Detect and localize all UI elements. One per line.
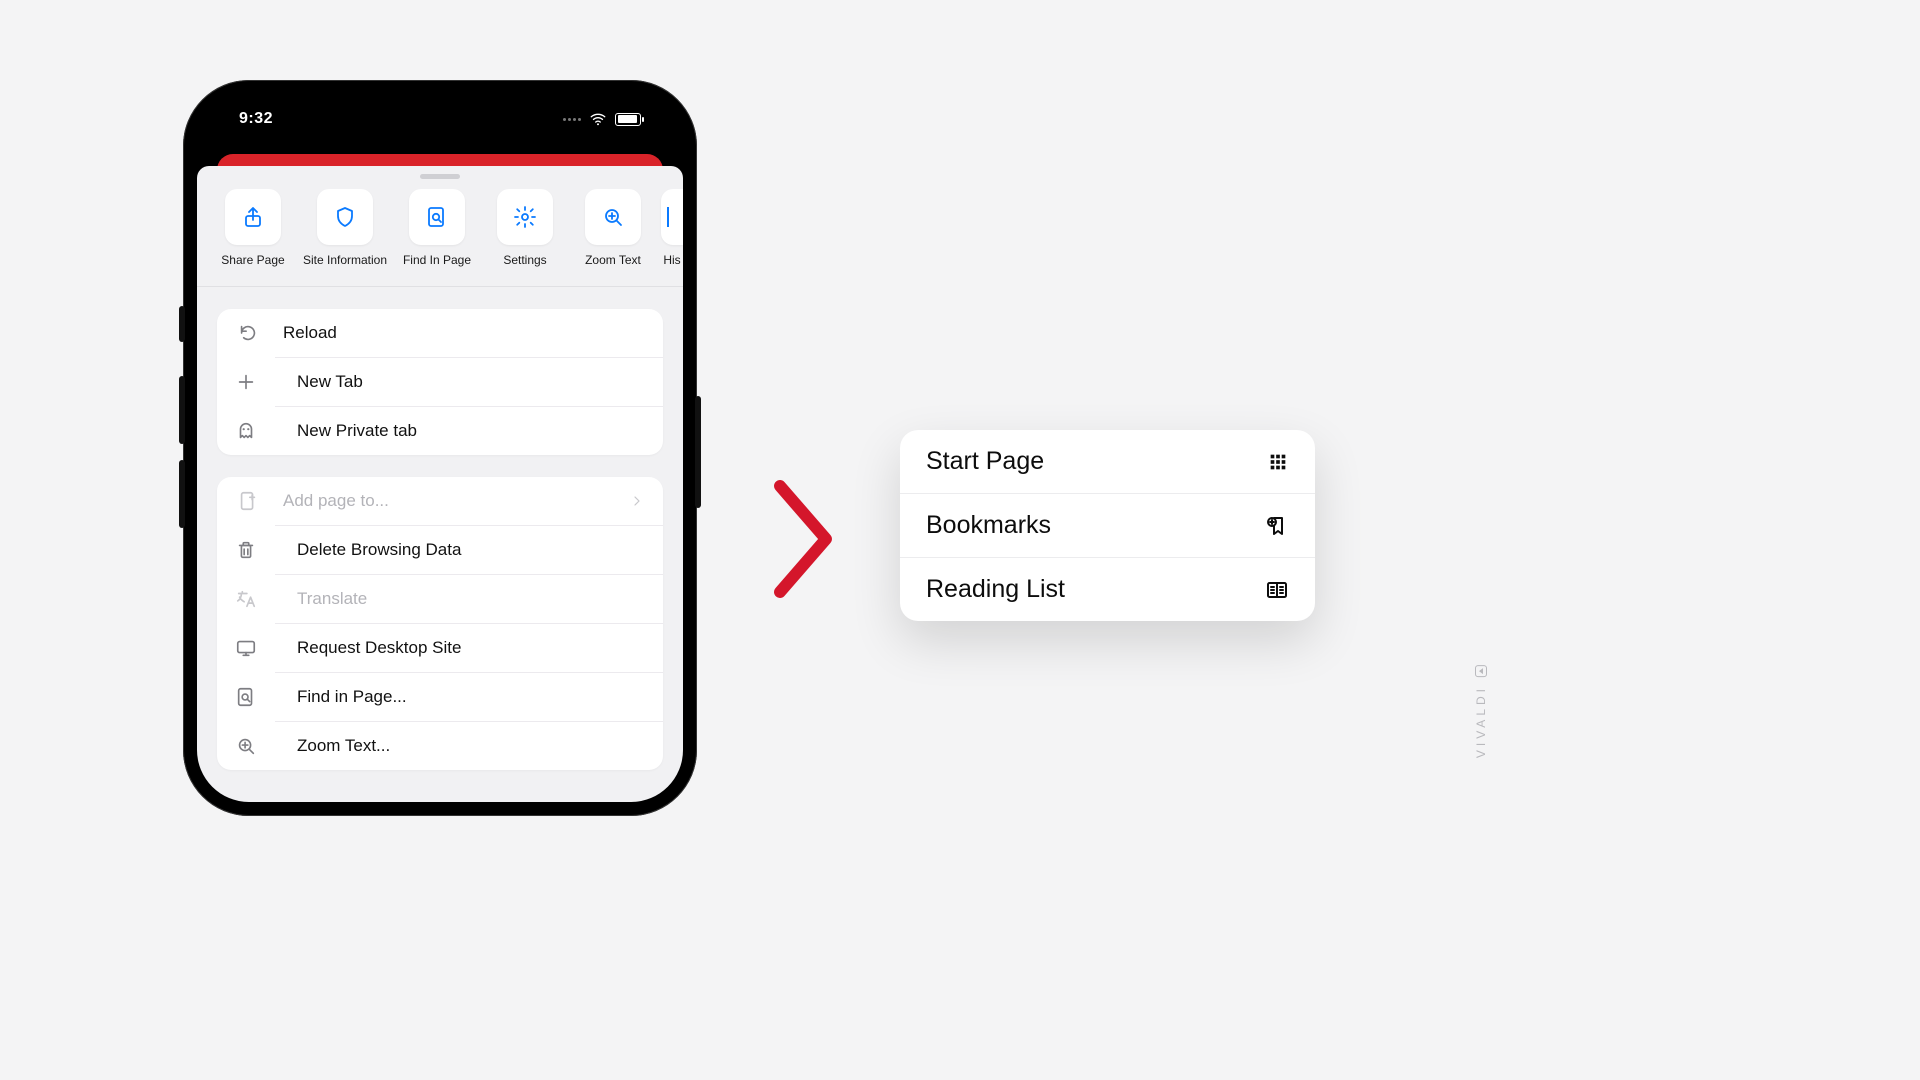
quick-label: Settings <box>503 253 546 268</box>
menu-translate: Translate <box>275 574 663 623</box>
menu-delete-browsing-data[interactable]: Delete Browsing Data <box>275 525 663 574</box>
reload-icon <box>235 322 261 344</box>
quick-label: His <box>663 253 680 268</box>
trash-icon <box>217 539 275 561</box>
popover-label: Reading List <box>926 575 1065 604</box>
zoom-icon <box>601 205 625 229</box>
menu-label: Zoom Text... <box>297 736 390 756</box>
quick-label: Share Page <box>221 253 284 268</box>
quick-history-partial[interactable]: His <box>661 189 683 268</box>
side-button <box>179 306 185 342</box>
menu-label: Reload <box>283 323 337 343</box>
translate-icon <box>217 588 275 610</box>
quick-settings[interactable]: Settings <box>485 189 565 268</box>
menu-group-1: Reload New Tab New Private tab <box>217 309 663 455</box>
chevron-right-icon <box>629 493 645 509</box>
status-bar: 9:32 <box>197 94 683 144</box>
popover-label: Start Page <box>926 447 1044 476</box>
quick-share-page[interactable]: Share Page <box>213 189 293 268</box>
vivaldi-watermark: VIVALDI <box>1474 665 1488 758</box>
status-time: 9:32 <box>239 110 273 128</box>
side-button <box>695 396 701 508</box>
menu-new-tab[interactable]: New Tab <box>275 357 663 406</box>
phone-device: 9:32 Share Page Site Information <box>183 80 697 816</box>
popover-reading-list[interactable]: Reading List <box>900 557 1315 621</box>
menu-label: Delete Browsing Data <box>297 540 461 560</box>
watermark-text: VIVALDI <box>1474 685 1488 758</box>
menu-label: New Tab <box>297 372 363 392</box>
menu-group-2: Add page to... Delete Browsing Data Tran… <box>217 477 663 770</box>
find-icon <box>217 686 275 708</box>
menu-label: Translate <box>297 589 367 609</box>
quick-label: Zoom Text <box>585 253 641 268</box>
side-button <box>179 376 185 444</box>
popover-label: Bookmarks <box>926 511 1051 540</box>
popover-start-page[interactable]: Start Page <box>900 430 1315 493</box>
bookmark-add-icon <box>1265 514 1289 538</box>
menu-request-desktop-site[interactable]: Request Desktop Site <box>275 623 663 672</box>
menu-sheet: Share Page Site Information Find In Page… <box>197 166 683 802</box>
addpage-icon <box>235 490 261 512</box>
cellular-icon <box>563 118 581 121</box>
side-button <box>179 460 185 528</box>
battery-icon <box>615 113 641 126</box>
quick-zoom-text[interactable]: Zoom Text <box>573 189 653 268</box>
menu-label: Add page to... <box>283 491 389 511</box>
add-page-to-popover: Start Page Bookmarks Reading List <box>900 430 1315 621</box>
quick-site-information[interactable]: Site Information <box>301 189 389 268</box>
quick-actions-row: Share Page Site Information Find In Page… <box>197 189 683 286</box>
sheet-grabber[interactable] <box>420 174 460 179</box>
gear-icon <box>513 205 537 229</box>
find-icon <box>425 205 449 229</box>
zoom-icon <box>217 735 275 757</box>
menu-zoom-text[interactable]: Zoom Text... <box>275 721 663 770</box>
plus-icon <box>217 371 275 393</box>
shield-icon <box>333 205 357 229</box>
share-icon <box>241 205 265 229</box>
menu-reload[interactable]: Reload <box>217 309 663 357</box>
menu-add-page-to[interactable]: Add page to... <box>217 477 663 525</box>
ghost-icon <box>217 420 275 442</box>
menu-find-in-page[interactable]: Find in Page... <box>275 672 663 721</box>
readlist-icon <box>1265 578 1289 602</box>
grid-icon <box>1267 451 1289 473</box>
play-box-icon <box>1475 665 1487 677</box>
arrow-icon <box>770 480 834 598</box>
menu-new-private-tab[interactable]: New Private tab <box>275 406 663 455</box>
phone-screen: 9:32 Share Page Site Information <box>197 94 683 802</box>
desktop-icon <box>217 637 275 659</box>
menu-label: New Private tab <box>297 421 417 441</box>
quick-label: Find In Page <box>403 253 471 268</box>
wifi-icon <box>589 110 607 128</box>
menu-label: Request Desktop Site <box>297 638 461 658</box>
menu-label: Find in Page... <box>297 687 407 707</box>
quick-label: Site Information <box>303 253 387 268</box>
divider <box>197 286 683 287</box>
quick-find-in-page[interactable]: Find In Page <box>397 189 477 268</box>
popover-bookmarks[interactable]: Bookmarks <box>900 493 1315 557</box>
